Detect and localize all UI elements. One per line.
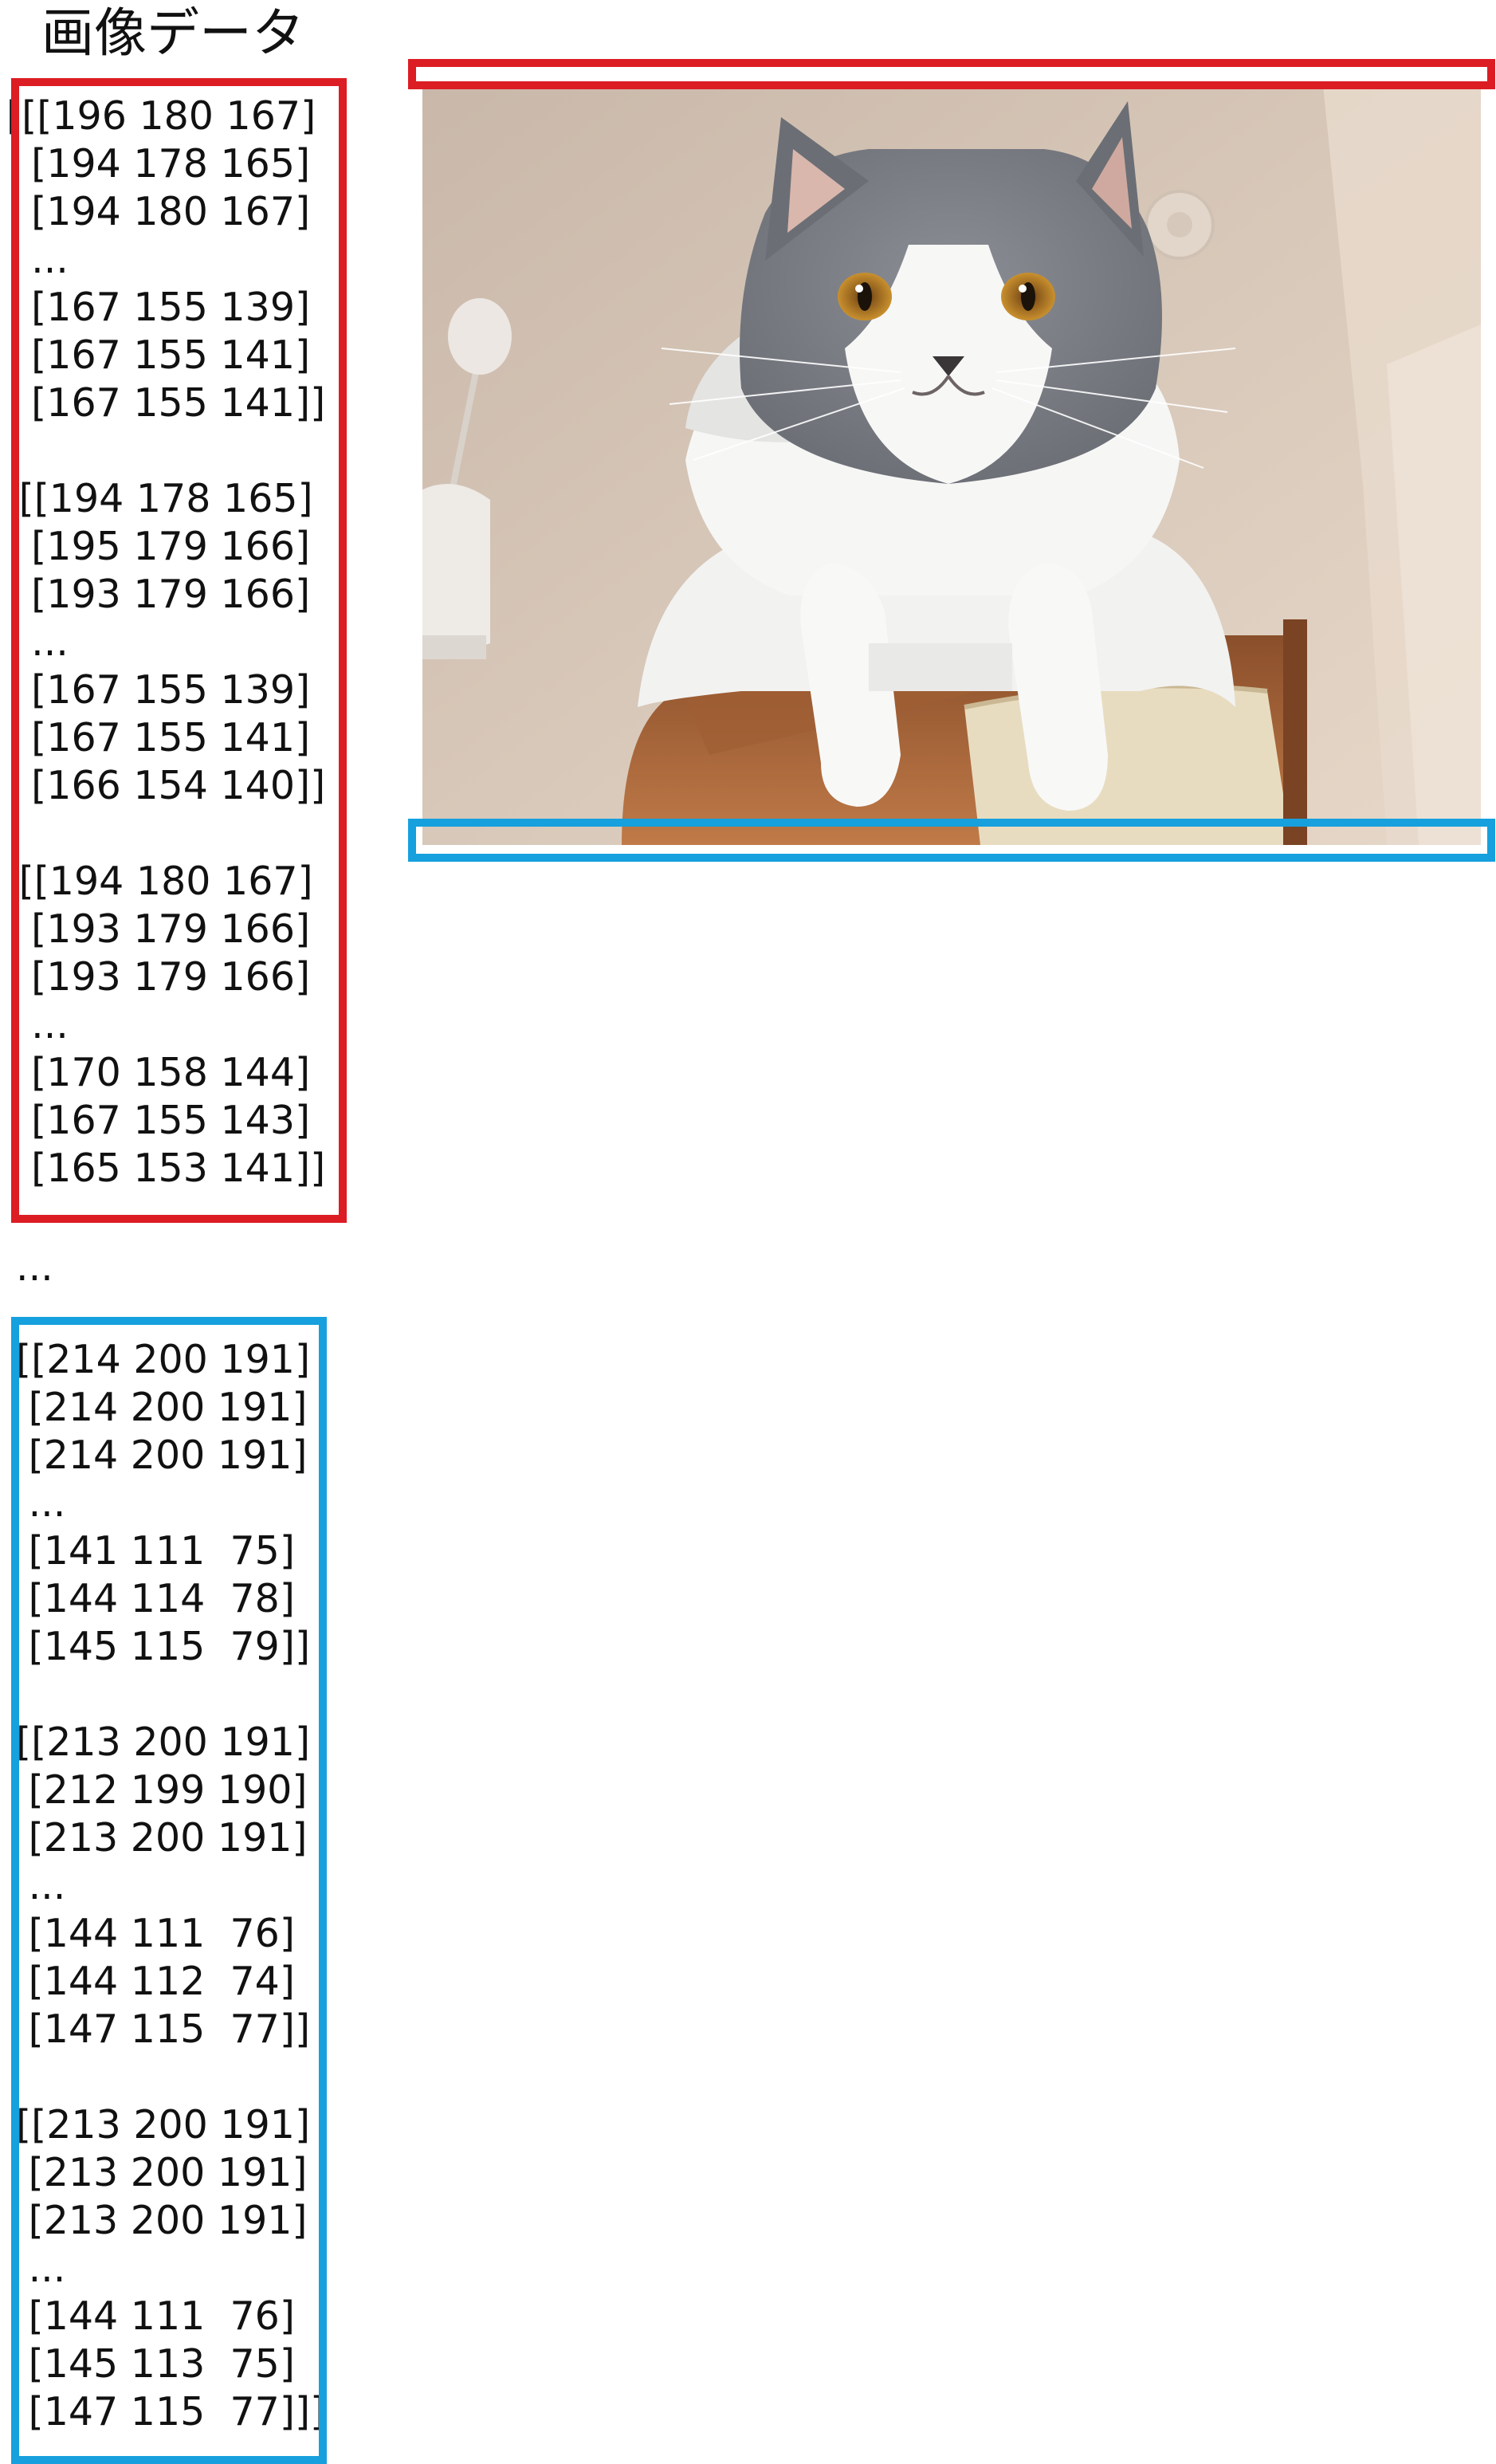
bottom-row-highlight-box [408,819,1495,862]
top-row-highlight-box [408,59,1495,89]
array-middle-ellipsis: ... [16,1244,53,1290]
last-rows-highlight-box [11,1317,327,2464]
first-rows-highlight-box [11,78,347,1223]
cat-photo [422,85,1481,845]
page-title: 画像データ [41,2,304,64]
